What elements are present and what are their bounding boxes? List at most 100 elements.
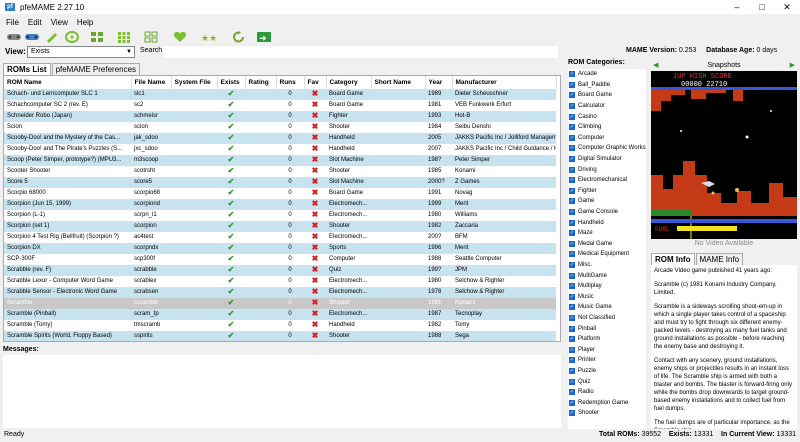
checkbox-checked-icon[interactable]: ✓: [569, 103, 575, 110]
table-row[interactable]: Scorpio 68000 scorpio68 ✔ 0 ✖ Board Game 1991 N…: [4, 188, 556, 199]
gamepad-blue-icon[interactable]: [24, 30, 40, 44]
checkbox-checked-icon[interactable]: ✓: [569, 240, 575, 247]
table-row[interactable]: Schach- und Lerncomputer SLC 1 slc1 ✔ 0 ✖ Boa…: [4, 89, 556, 100]
column-header[interactable]: Year: [425, 76, 453, 89]
minimize-button[interactable]: –: [725, 0, 749, 14]
checkbox-checked-icon[interactable]: ✓: [569, 314, 575, 321]
checkbox-checked-icon[interactable]: ✓: [569, 219, 575, 226]
table-row[interactable]: Scion scion ✔ 0 ✖ Shooter 1984 Seibu Denshi: [4, 122, 556, 133]
checkbox-checked-icon[interactable]: ✓: [569, 410, 575, 417]
checkbox-checked-icon[interactable]: ✓: [569, 272, 575, 279]
category-item[interactable]: ✓ Climbing: [568, 122, 646, 133]
checkbox-checked-icon[interactable]: ✓: [569, 81, 575, 88]
checkbox-checked-icon[interactable]: ✓: [569, 261, 575, 268]
table-row[interactable]: Scorpion DX scorpndx ✔ 0 ✖ Sports 1996 Merit: [4, 243, 556, 254]
category-item[interactable]: ✓ Casino: [568, 111, 646, 122]
checkbox-checked-icon[interactable]: ✓: [569, 399, 575, 406]
tab-preferences[interactable]: pfeMAME Preferences: [51, 63, 141, 75]
menu-file[interactable]: File: [6, 18, 19, 27]
category-item[interactable]: ✓ Music: [568, 291, 646, 302]
checkbox-checked-icon[interactable]: ✓: [569, 293, 575, 300]
column-header[interactable]: ROM Name: [4, 76, 132, 89]
category-item[interactable]: ✓ MultiGame: [568, 270, 646, 281]
category-item[interactable]: ✓ Radio: [568, 387, 646, 398]
checkbox-checked-icon[interactable]: ✓: [569, 156, 575, 163]
category-item[interactable]: ✓ Quiz: [568, 376, 646, 387]
column-header[interactable]: Runs: [276, 76, 305, 89]
grid-outline-icon[interactable]: [143, 30, 159, 44]
checkbox-checked-icon[interactable]: ✓: [569, 113, 575, 120]
checkbox-checked-icon[interactable]: ✓: [569, 336, 575, 343]
checkbox-checked-icon[interactable]: ✓: [569, 177, 575, 184]
grid-icon[interactable]: [89, 30, 105, 44]
checkbox-checked-icon[interactable]: ✓: [569, 367, 575, 374]
table-row[interactable]: Scrabble Sensor - Electronic Word Game sc…: [4, 287, 556, 298]
category-item[interactable]: ✓ Platform: [568, 334, 646, 345]
tab-roms-list[interactable]: ROMs List: [3, 63, 51, 75]
exit-icon[interactable]: ➜: [256, 30, 272, 44]
snapshot-next-icon[interactable]: ▶: [790, 61, 795, 69]
table-row[interactable]: Scorpion (Jun 15, 1999) scorpiond ✔ 0 ✖ Elect…: [4, 199, 556, 210]
refresh-icon[interactable]: [231, 30, 247, 44]
checkbox-checked-icon[interactable]: ✓: [569, 230, 575, 237]
category-item[interactable]: ✓ Medal Game: [568, 239, 646, 250]
grid-green-icon[interactable]: [116, 30, 132, 44]
table-row[interactable]: SCP-300F scp300f ✔ 0 ✖ Computer 1988 Seattle Co…: [4, 254, 556, 265]
checkbox-checked-icon[interactable]: ✓: [569, 92, 575, 99]
column-header[interactable]: System File: [171, 76, 218, 89]
table-row[interactable]: Schachcomputer SC 2 (rev. E) sc2 ✔ 0 ✖ Board …: [4, 100, 556, 111]
table-row[interactable]: Score 5 score5 ✔ 0 ✖ Slot Machine 2000? Z Games: [4, 177, 556, 188]
table-row[interactable]: Scorpion (set 1) scorpion ✔ 0 ✖ Shooter 1982 Za…: [4, 221, 556, 232]
heart-icon[interactable]: [172, 30, 188, 44]
table-row-selected[interactable]: Scramble scramble ✔ 0 ✖ Shooter 1981 Konami: [4, 298, 556, 309]
category-item[interactable]: ✓ Music Game: [568, 302, 646, 313]
category-item[interactable]: ✓ Not Classified: [568, 313, 646, 324]
category-item[interactable]: ✓ Electromechanical: [568, 175, 646, 186]
checkbox-checked-icon[interactable]: ✓: [569, 134, 575, 141]
table-row[interactable]: Scrabble (rev. F) scrabble ✔ 0 ✖ Quiz 199? JPM: [4, 265, 556, 276]
checkbox-checked-icon[interactable]: ✓: [569, 187, 575, 194]
snapshot-prev-icon[interactable]: ◀: [653, 61, 658, 69]
category-item[interactable]: ✓ Game: [568, 196, 646, 207]
category-item[interactable]: ✓ Ball_Paddle: [568, 80, 646, 91]
table-row[interactable]: Scooby-Doo! and the Mystery of the Cas..…: [4, 133, 556, 144]
checkbox-checked-icon[interactable]: ✓: [569, 198, 575, 205]
brush-icon[interactable]: [44, 30, 60, 44]
table-row[interactable]: Scooby-Doo! and The Pirate's Puzzles (S.…: [4, 144, 556, 155]
category-item[interactable]: ✓ Driving: [568, 164, 646, 175]
checkbox-checked-icon[interactable]: ✓: [569, 209, 575, 216]
table-row[interactable]: Scrabble Lexor - Computer Word Game scrab…: [4, 276, 556, 287]
table-row[interactable]: Scramble Spirits (World, Floppy Based) ss…: [4, 331, 556, 341]
checkbox-checked-icon[interactable]: ✓: [569, 357, 575, 364]
category-item[interactable]: ✓ Pinball: [568, 323, 646, 334]
table-row[interactable]: Scooter Shooter scotrsht ✔ 0 ✖ Shooter 1985 Kon…: [4, 166, 556, 177]
view-select[interactable]: Exists ▼: [27, 46, 135, 58]
checkbox-checked-icon[interactable]: ✓: [569, 166, 575, 173]
column-header[interactable]: Fav: [304, 76, 327, 89]
category-item[interactable]: ✓ Player: [568, 344, 646, 355]
category-item[interactable]: ✓ Redemption Game: [568, 397, 646, 408]
tab-mame-info[interactable]: MAME Info: [695, 253, 744, 265]
stars-icon[interactable]: ★★★: [201, 30, 217, 44]
column-header[interactable]: File Name: [131, 76, 172, 89]
checkbox-checked-icon[interactable]: ✓: [569, 71, 575, 78]
category-item[interactable]: ✓ Maze: [568, 228, 646, 239]
category-item[interactable]: ✓ Calculator: [568, 101, 646, 112]
disc-icon[interactable]: [64, 30, 80, 44]
checkbox-checked-icon[interactable]: ✓: [569, 251, 575, 258]
checkbox-checked-icon[interactable]: ✓: [569, 378, 575, 385]
checkbox-checked-icon[interactable]: ✓: [569, 145, 575, 152]
menu-edit[interactable]: Edit: [28, 18, 42, 27]
table-row[interactable]: Scramble (Tomy) tmscramb ✔ 0 ✖ Handheld 1982 To…: [4, 320, 556, 331]
column-header[interactable]: Short Name: [371, 76, 426, 89]
table-row[interactable]: Schneider Robo (Japan) schmeisr ✔ 0 ✖ Fighter…: [4, 111, 556, 122]
close-button[interactable]: ✕: [775, 0, 799, 14]
checkbox-checked-icon[interactable]: ✓: [569, 283, 575, 290]
column-header[interactable]: Rating: [245, 76, 277, 89]
menu-view[interactable]: View: [51, 18, 68, 27]
checkbox-checked-icon[interactable]: ✓: [569, 389, 575, 396]
category-item[interactable]: ✓ Misc.: [568, 260, 646, 271]
category-item[interactable]: ✓Computer Graphic Workstation: [568, 143, 646, 154]
category-item[interactable]: ✓ Arcade: [568, 69, 646, 80]
table-row[interactable]: Scramble (Pinball) scram_tp ✔ 0 ✖ Electromech…: [4, 309, 556, 320]
